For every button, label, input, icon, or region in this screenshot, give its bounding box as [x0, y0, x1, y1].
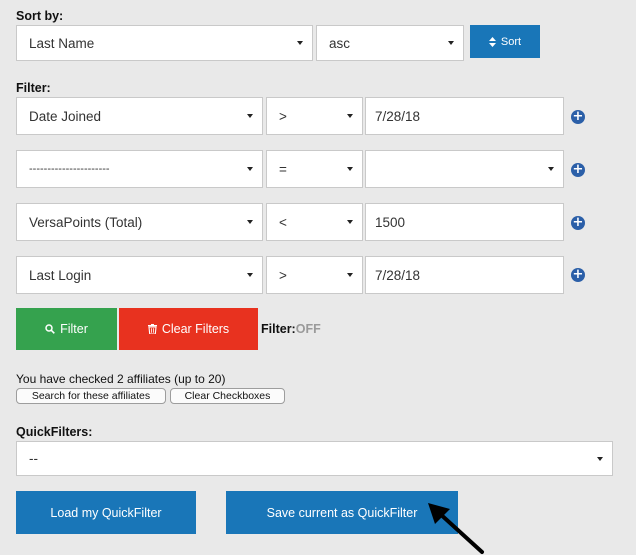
sort-field-value: Last Name [29, 35, 95, 51]
chevron-down-icon [347, 167, 353, 171]
clear-checkboxes-button[interactable]: Clear Checkboxes [170, 388, 285, 404]
search-affiliates-button[interactable]: Search for these affiliates [16, 388, 166, 404]
chevron-down-icon [247, 273, 253, 277]
filter-button-label: Filter [60, 322, 88, 336]
trash-icon [147, 324, 157, 334]
filter-row-3-value: 1500 [375, 214, 406, 230]
filter-label: Filter: [16, 81, 51, 95]
filter-status: Filter:OFF [261, 322, 321, 336]
filter-row-4-operator-select[interactable]: > [266, 256, 363, 294]
filter-row-4-value: 7/28/18 [375, 267, 421, 283]
chevron-down-icon [347, 114, 353, 118]
sort-icon [488, 36, 496, 47]
filter-row-2-field: ---------------------- [29, 163, 110, 175]
save-quickfilter-label: Save current as QuickFilter [266, 505, 418, 520]
filter-row-1-value-input[interactable]: 7/28/18 [365, 97, 564, 135]
filter-row-1-operator: > [279, 108, 287, 124]
chevron-down-icon [548, 167, 554, 171]
filter-row-1-operator-select[interactable]: > [266, 97, 363, 135]
filter-row-3-value-input[interactable]: 1500 [365, 203, 564, 241]
add-filter-row-3-icon[interactable]: + [571, 216, 585, 230]
chevron-down-icon [347, 273, 353, 277]
sort-button[interactable]: Sort [470, 25, 540, 58]
filter-row-4-field-select[interactable]: Last Login [16, 256, 263, 294]
chevron-down-icon [448, 41, 454, 45]
filter-row-4-operator: > [279, 267, 287, 283]
chevron-down-icon [247, 114, 253, 118]
clear-filters-button-label: Clear Filters [161, 322, 230, 336]
filter-row-2-field-select[interactable]: ---------------------- [16, 150, 263, 188]
filter-row-2-operator-select[interactable]: = [266, 150, 363, 188]
load-quickfilter-label: Load my QuickFilter [50, 505, 162, 520]
filter-status-label: Filter: [261, 322, 296, 336]
filter-row-3-field-select[interactable]: VersaPoints (Total) [16, 203, 263, 241]
filter-row-1-field-select[interactable]: Date Joined [16, 97, 263, 135]
load-quickfilter-button[interactable]: Load my QuickFilter [16, 491, 196, 534]
sort-label: Sort by: [16, 9, 64, 23]
filter-row-2-operator: = [279, 161, 287, 177]
filter-row-3-operator: < [279, 214, 287, 230]
clear-filters-button[interactable]: Clear Filters [119, 308, 258, 350]
filter-row-3-field: VersaPoints (Total) [29, 214, 143, 230]
quickfilter-selected: -- [29, 451, 38, 466]
filter-row-2-value-select[interactable] [365, 150, 564, 188]
sort-order-select[interactable]: asc [316, 25, 464, 61]
filter-row-4-value-input[interactable]: 7/28/18 [365, 256, 564, 294]
chevron-down-icon [297, 41, 303, 45]
add-filter-row-1-icon[interactable]: + [571, 110, 585, 124]
chevron-down-icon [247, 167, 253, 171]
checked-affiliates-text: You have checked 2 affiliates (up to 20) [16, 372, 226, 386]
sort-button-label: Sort [500, 35, 522, 48]
annotation-arrow-icon [428, 503, 484, 554]
filter-status-value: OFF [295, 322, 321, 336]
quickfilters-label: QuickFilters: [16, 425, 93, 439]
filter-row-3-operator-select[interactable]: < [266, 203, 363, 241]
add-filter-row-4-icon[interactable]: + [571, 268, 585, 282]
quickfilter-select[interactable]: -- [16, 441, 613, 476]
filter-button[interactable]: Filter [16, 308, 117, 350]
filter-row-1-field: Date Joined [29, 108, 102, 124]
search-icon [45, 324, 55, 334]
chevron-down-icon [347, 220, 353, 224]
sort-order-value: asc [329, 35, 351, 51]
chevron-down-icon [247, 220, 253, 224]
filter-row-1-value: 7/28/18 [375, 108, 421, 124]
add-filter-row-2-icon[interactable]: + [571, 163, 585, 177]
sort-field-select[interactable]: Last Name [16, 25, 313, 61]
filter-row-4-field: Last Login [29, 267, 92, 283]
chevron-down-icon [597, 456, 603, 461]
